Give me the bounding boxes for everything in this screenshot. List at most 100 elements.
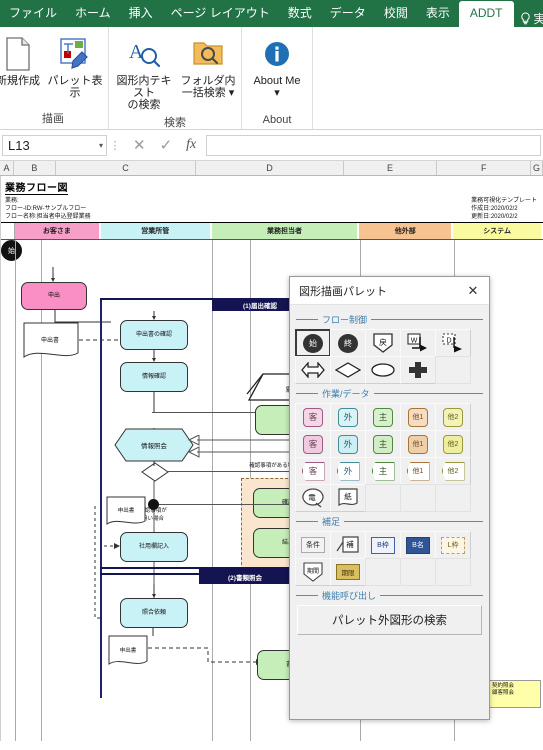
tab-file[interactable]: ファイル xyxy=(0,2,66,27)
shape-palette-dialog[interactable]: 図形描画パレット ✕ フロー制御 始 終 戻 W D 作業/データ 客 外 主 … xyxy=(289,276,490,720)
palette-shape-ref-other2[interactable]: 他2 xyxy=(435,457,471,485)
palette-shape-delay-arrow[interactable]: D xyxy=(435,329,471,357)
palette-shape-paper[interactable]: 紙 xyxy=(330,484,366,512)
column-header-b[interactable]: B xyxy=(14,161,56,175)
column-header-c[interactable]: C xyxy=(56,161,197,175)
close-icon[interactable]: ✕ xyxy=(465,283,481,299)
palette-show-button[interactable]: パレット表示 xyxy=(44,30,106,102)
formula-input[interactable] xyxy=(206,134,541,156)
tab-data[interactable]: データ xyxy=(321,2,375,27)
ribbon-empty-area xyxy=(313,27,543,129)
palette-title-label: 図形描画パレット xyxy=(299,285,387,298)
shape-task-other1-icon: 他1 xyxy=(408,407,428,427)
palette-shape-block-name[interactable]: B名 xyxy=(400,531,436,559)
flow-doc-moushidesho-2[interactable]: 申出書 xyxy=(106,496,146,528)
flow-node-company-field-entry[interactable]: 社用欄記入 xyxy=(120,532,188,562)
search-shapes-outside-palette-button[interactable]: パレット外図形の検索 xyxy=(297,605,482,635)
palette-shape-end[interactable]: 終 xyxy=(330,329,366,357)
chevron-down-icon[interactable]: ▾ xyxy=(99,141,103,150)
palette-shape-data-customer[interactable]: 客 xyxy=(295,430,331,458)
tab-home[interactable]: ホーム xyxy=(66,2,120,27)
palette-shape-deadline[interactable]: 期限 xyxy=(330,558,366,586)
palette-shape-block-frame[interactable]: B枠 xyxy=(365,531,401,559)
palette-shape-phone[interactable]: 電 xyxy=(295,484,331,512)
palette-title-bar[interactable]: 図形描画パレット ✕ xyxy=(290,277,489,305)
palette-shape-ref-main[interactable]: 主 xyxy=(365,457,401,485)
shape-wait-arrow-icon: W xyxy=(407,333,427,352)
shape-annotation-icon: 補 xyxy=(336,536,359,553)
svg-text:申出書: 申出書 xyxy=(120,646,137,654)
palette-shape-task-other1[interactable]: 他1 xyxy=(400,403,436,431)
tab-addt[interactable]: ADDT xyxy=(458,1,514,27)
palette-shape-period[interactable]: 期間 xyxy=(295,558,331,586)
palette-shape-ref-other1[interactable]: 他1 xyxy=(400,457,436,485)
palette-section-header-flow-control: フロー制御 xyxy=(296,313,483,326)
palette-shape-data-external[interactable]: 外 xyxy=(330,430,366,458)
lane-header-operator: 業務担当者 xyxy=(211,223,360,239)
new-document-icon xyxy=(5,33,31,75)
shape-lane-frame-icon: L枠 xyxy=(441,536,465,554)
flow-doc-moushidesho-3[interactable]: 申出書 xyxy=(108,635,148,669)
about-me-button[interactable]: About Me ▾ xyxy=(244,30,310,102)
palette-shape-wait-arrow[interactable]: W xyxy=(400,329,436,357)
column-header-d[interactable]: D xyxy=(196,161,344,175)
shape-return-icon: 戻 xyxy=(373,333,393,353)
column-header-a[interactable]: A xyxy=(0,161,14,175)
name-box-value: L13 xyxy=(8,137,30,153)
column-header-g[interactable]: G xyxy=(531,161,543,175)
flow-node-check-application[interactable]: 申出書の確認 xyxy=(120,320,188,350)
tab-view[interactable]: 表示 xyxy=(417,2,459,27)
insert-function-icon[interactable]: fx xyxy=(186,137,196,153)
column-header-e[interactable]: E xyxy=(344,161,438,175)
palette-shape-decision[interactable] xyxy=(330,356,366,384)
formula-bar-grip[interactable]: ⋮ xyxy=(107,139,123,152)
flow-node-inquiry[interactable]: 情報照会 xyxy=(114,428,194,462)
tab-review[interactable]: 校閲 xyxy=(375,2,417,27)
connector-dashed-to-company xyxy=(104,543,120,549)
sticky-note-inquiry[interactable]: 契約照会 顧客照会 xyxy=(489,680,541,708)
tab-page-layout[interactable]: ページ レイアウト xyxy=(162,2,279,27)
tab-insert[interactable]: 挿入 xyxy=(120,2,162,27)
palette-shape-task-external[interactable]: 外 xyxy=(330,403,366,431)
shape-paper-icon: 紙 xyxy=(338,488,358,507)
enter-icon[interactable]: ✓ xyxy=(160,136,173,154)
document-meta-left: 業務: フロー-ID:RW-サンプルフロー フロー名称:担当者申込登録業務 xyxy=(5,197,91,221)
flow-node-collation-request[interactable]: 照合依頼 xyxy=(120,598,188,628)
palette-shape-ref-external[interactable]: 外 xyxy=(330,457,366,485)
shape-double-arrow-icon xyxy=(301,362,325,378)
palette-shape-data-main[interactable]: 主 xyxy=(365,430,401,458)
flow-node-moushide[interactable]: 申出 xyxy=(21,282,87,310)
flow-start-node[interactable]: 始 xyxy=(1,240,22,261)
lane-header-system: システム xyxy=(453,223,543,239)
palette-cell-empty-7 xyxy=(435,558,471,586)
new-document-button[interactable]: 新規作成 xyxy=(0,30,44,90)
palette-shape-data-other1[interactable]: 他1 xyxy=(400,430,436,458)
palette-shape-double-arrow[interactable] xyxy=(295,356,331,384)
palette-shape-start[interactable]: 始 xyxy=(295,329,331,357)
flow-node-info-check[interactable]: 情報確認 xyxy=(120,362,188,392)
svg-text:D: D xyxy=(446,338,451,345)
palette-shape-condition[interactable]: 条件 xyxy=(295,531,331,559)
palette-shape-ref-customer[interactable]: 客 xyxy=(295,457,331,485)
palette-body: フロー制御 始 終 戻 W D 作業/データ 客 外 主 他1 他2 客 外 主… xyxy=(290,305,489,719)
palette-shape-task-other2[interactable]: 他2 xyxy=(435,403,471,431)
column-header-f[interactable]: F xyxy=(437,161,532,175)
palette-shape-annotation[interactable]: 補 xyxy=(330,531,366,559)
find-shape-text-button[interactable]: A 図形内テキスト の検索 xyxy=(111,30,177,114)
palette-shape-data-other2[interactable]: 他2 xyxy=(435,430,471,458)
ribbon-group-drawing: 新規作成 パレット表示 描画 xyxy=(0,27,109,129)
lane-divider-0b xyxy=(41,240,42,741)
palette-shape-ellipse[interactable] xyxy=(365,356,401,384)
palette-shape-task-customer[interactable]: 客 xyxy=(295,403,331,431)
folder-batch-search-button[interactable]: フォルダ内 一括検索 ▾ xyxy=(177,30,239,102)
tell-me-box[interactable]: 実 xyxy=(514,10,543,27)
tab-formulas[interactable]: 数式 xyxy=(279,2,321,27)
palette-shape-task-main[interactable]: 主 xyxy=(365,403,401,431)
palette-shape-cross[interactable] xyxy=(400,356,436,384)
tell-me-label: 実 xyxy=(533,12,543,26)
cancel-icon[interactable]: ✕ xyxy=(133,136,146,154)
palette-shape-return[interactable]: 戻 xyxy=(365,329,401,357)
name-box[interactable]: L13 ▾ xyxy=(2,134,107,156)
palette-shape-lane-frame[interactable]: L枠 xyxy=(435,531,471,559)
svg-text:紙: 紙 xyxy=(344,491,352,501)
